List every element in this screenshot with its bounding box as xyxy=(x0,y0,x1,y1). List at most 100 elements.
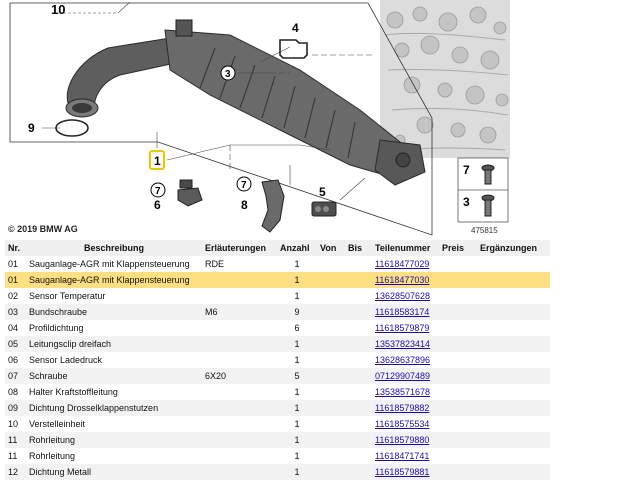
part-number-link[interactable]: 11618583174 xyxy=(375,307,429,317)
table-row[interactable]: 09 Dichtung Drosselklappenstutzen 1 1161857… xyxy=(5,400,550,416)
cell-von xyxy=(317,400,345,416)
part-number-link[interactable]: 11618575534 xyxy=(375,419,429,429)
cell-ergaenzungen xyxy=(477,336,550,352)
cell-ergaenzungen xyxy=(477,304,550,320)
cell-bis xyxy=(345,400,372,416)
cell-von xyxy=(317,448,345,464)
cell-von xyxy=(317,288,345,304)
cell-nr: 12 xyxy=(5,464,26,480)
table-row[interactable]: 01 Sauganlage-AGR mit Klappensteuerung RDE… xyxy=(5,256,550,272)
cell-beschreibung: Rohrleitung xyxy=(26,432,202,448)
cell-anzahl: 1 xyxy=(277,432,317,448)
part-number-link[interactable]: 13628637896 xyxy=(375,355,430,365)
part-number-link[interactable]: 11618579879 xyxy=(375,323,429,333)
cell-anzahl: 1 xyxy=(294,259,300,269)
part-number-link[interactable]: 11618471741 xyxy=(375,451,429,461)
callout-10: 10 xyxy=(51,2,65,17)
cell-nr: 09 xyxy=(5,400,26,416)
inset-callout-7: 7 xyxy=(463,163,470,177)
cell-preis xyxy=(439,368,477,384)
table-row[interactable]: 07 Schraube 6X20 5 07129907489 xyxy=(5,368,550,384)
table-row[interactable]: 06 Sensor Ladedruck 1 13628637896 xyxy=(5,352,550,368)
cell-erlaeuterungen xyxy=(202,400,277,416)
callout-6: 6 xyxy=(154,198,161,212)
cell-teilenummer: 11618583174 xyxy=(372,304,439,320)
part-number-link[interactable]: 11618477030 xyxy=(375,275,429,285)
cell-ergaenzungen xyxy=(477,320,550,336)
part-number-link[interactable]: 13628507628 xyxy=(375,291,430,301)
table-row[interactable]: 01 Sauganlage-AGR mit Klappensteuerung 1 11… xyxy=(5,272,550,288)
table-row[interactable]: 02 Sensor Temperatur 1 13628507628 xyxy=(5,288,550,304)
cell-anzahl: 1 xyxy=(277,464,317,480)
cell-erlaeuterungen xyxy=(202,272,277,288)
cell-beschreibung: Sensor Temperatur xyxy=(29,291,106,301)
part-number-link[interactable]: 13537823414 xyxy=(375,339,430,349)
cell-ergaenzungen xyxy=(477,448,550,464)
part-number-link[interactable]: 11618579880 xyxy=(375,435,429,445)
copyright-notice: © 2019 BMW AG xyxy=(8,224,78,234)
cell-von xyxy=(317,432,345,448)
cell-von xyxy=(317,320,345,336)
cell-preis xyxy=(439,352,477,368)
sensor-6 xyxy=(177,179,203,207)
cell-anzahl: 1 xyxy=(294,355,300,365)
cell-von xyxy=(317,464,345,480)
table-row[interactable]: 08 Halter Kraftstoffleitung 1 13538571678 xyxy=(5,384,550,400)
col-header-ergaenzungen: Ergänzungen xyxy=(477,240,550,256)
cell-teilenummer: 11618579882 xyxy=(372,400,439,416)
cell-bis xyxy=(345,432,372,448)
table-row[interactable]: 04 Profildichtung 6 11618579879 xyxy=(5,320,550,336)
part-number-link[interactable]: 11618477029 xyxy=(375,259,429,269)
table-row[interactable]: 05 Leitungsclip dreifach 1 13537823414 xyxy=(5,336,550,352)
table-row[interactable]: 03 Bundschraube M6 9 11618583174 xyxy=(5,304,550,320)
cell-teilenummer: 11618579879 xyxy=(372,320,439,336)
cell-nr: 01 xyxy=(5,272,26,288)
cell-erlaeuterungen xyxy=(202,320,277,336)
cell-preis xyxy=(439,336,477,352)
table-header-row: Nr. Beschreibung Erläuterungen Anzahl Vo… xyxy=(5,240,550,256)
col-header-anzahl: Anzahl xyxy=(277,240,317,256)
cell-beschreibung: Dichtung Drosselklappenstutzen xyxy=(26,400,202,416)
part-number-link[interactable]: 11618579882 xyxy=(375,403,429,413)
cell-erlaeuterungen xyxy=(202,448,277,464)
cell-bis xyxy=(345,464,372,480)
cell-nr: 05 xyxy=(5,336,26,352)
cell-preis xyxy=(439,464,477,480)
cell-erlaeuterungen xyxy=(202,464,277,480)
table-row[interactable]: 11 Rohrleitung 1 11618471741 xyxy=(5,448,550,464)
table-row[interactable]: 11 Rohrleitung 1 11618579880 xyxy=(5,432,550,448)
cell-nr: 08 xyxy=(8,387,19,397)
cell-bis xyxy=(345,304,372,320)
col-header-beschreibung: Beschreibung xyxy=(26,240,202,256)
cell-von xyxy=(317,272,345,288)
part-number-link[interactable]: 07129907489 xyxy=(375,371,430,381)
cell-von xyxy=(317,256,345,272)
cell-nr: 02 xyxy=(8,291,19,301)
cell-preis xyxy=(439,416,477,432)
screws-inset: 7 3 xyxy=(457,157,509,223)
cell-teilenummer: 13628637896 xyxy=(372,352,439,368)
cell-beschreibung: Dichtung Metall xyxy=(26,464,202,480)
part-number-link[interactable]: 11618579881 xyxy=(375,467,429,477)
cell-anzahl: 9 xyxy=(277,304,317,320)
table-row[interactable]: 10 Verstelleinheit 1 11618575534 xyxy=(5,416,550,432)
cell-anzahl: 1 xyxy=(277,400,317,416)
cell-ergaenzungen xyxy=(477,400,550,416)
cell-beschreibung: Verstelleinheit xyxy=(29,419,86,429)
cell-erlaeuterungen: M6 xyxy=(202,304,277,320)
cell-von xyxy=(317,352,345,368)
table-row[interactable]: 12 Dichtung Metall 1 11618579881 xyxy=(5,464,550,480)
cell-teilenummer: 13537823414 xyxy=(372,336,439,352)
col-header-preis: Preis xyxy=(439,240,477,256)
cell-beschreibung: Sensor Ladedruck xyxy=(29,355,103,365)
cell-ergaenzungen xyxy=(477,464,550,480)
gasket-4 xyxy=(279,39,308,59)
cell-preis xyxy=(439,256,477,272)
cell-teilenummer: 13628507628 xyxy=(372,288,439,304)
gasket-9 xyxy=(55,119,89,137)
cell-bis xyxy=(345,352,372,368)
engine-block-illustration xyxy=(380,0,510,158)
part-number-link[interactable]: 13538571678 xyxy=(375,387,430,397)
col-header-bis: Bis xyxy=(345,240,372,256)
cell-bis xyxy=(345,272,372,288)
